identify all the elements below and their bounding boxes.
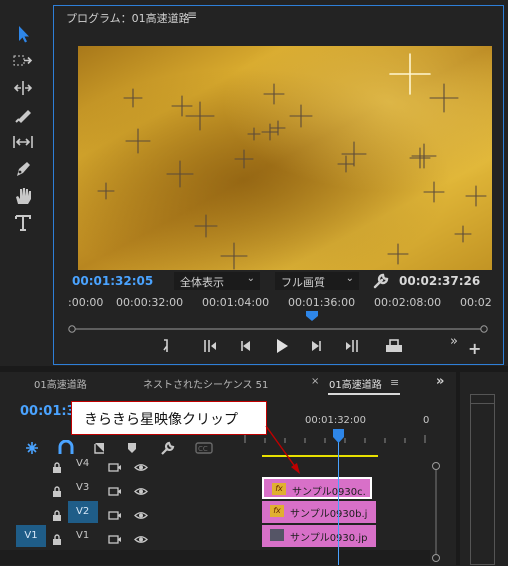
zoom-scroll-bar[interactable]	[68, 318, 488, 333]
tab-sequence[interactable]: 01高速道路	[34, 376, 87, 391]
ripple-edit-tool-icon[interactable]	[10, 78, 36, 98]
source-patch-v1[interactable]: V1	[16, 525, 46, 547]
track-select-tool-icon[interactable]	[10, 51, 36, 71]
button-editor-add-icon[interactable]: +	[468, 339, 481, 358]
track-name: V3	[76, 482, 90, 493]
sync-lock-icon[interactable]	[108, 530, 122, 544]
zoom-level-value: 全体表示	[180, 276, 224, 289]
step-forward-icon[interactable]	[304, 334, 328, 358]
slip-tool-icon[interactable]	[10, 132, 36, 152]
active-tab-indicator	[328, 393, 400, 395]
program-time-ruler[interactable]: :00:00 00:00:32:00 00:01:04:00 00:01:36:…	[68, 296, 492, 318]
audio-track-header	[0, 550, 430, 565]
clip-thumbnail	[270, 529, 284, 541]
timeline-playhead[interactable]	[333, 428, 344, 443]
go-to-in-icon[interactable]	[198, 334, 222, 358]
type-tool-icon[interactable]	[10, 213, 36, 233]
playback-resolution-value: フル画質	[281, 276, 325, 289]
ruler-label: 00:01:04:00	[202, 296, 270, 309]
step-back-icon[interactable]	[234, 334, 258, 358]
timeline-current-timecode[interactable]: 00:01:3	[20, 404, 76, 419]
program-current-timecode[interactable]: 00:01:32:05	[72, 274, 153, 288]
ruler-label: 00:00:32:00	[116, 296, 184, 309]
lock-icon[interactable]	[52, 482, 62, 497]
ruler-label: 00:02:08:00	[374, 296, 442, 309]
eye-icon[interactable]	[134, 506, 148, 519]
track-v2: V2 fx サンプル0930b.j	[0, 500, 430, 524]
track-v1: V1 V1 サンプル0930.jp	[0, 524, 430, 548]
ruler-label: 00:01:36:00	[288, 296, 356, 309]
program-playhead[interactable]	[306, 306, 318, 321]
clip-name: サンプル0930b.j	[290, 509, 368, 520]
sync-lock-icon[interactable]	[108, 458, 122, 472]
tools-panel	[0, 0, 48, 365]
fx-badge: fx	[270, 505, 284, 517]
sync-lock-icon[interactable]	[108, 506, 122, 520]
razor-tool-icon[interactable]	[10, 105, 36, 125]
audio-meters-panel	[460, 372, 508, 565]
selection-tool-icon[interactable]	[10, 24, 36, 44]
panel-menu-icon[interactable]: ≡	[187, 8, 197, 22]
program-duration-timecode: 00:02:37:26	[399, 274, 481, 288]
hand-tool-icon[interactable]	[10, 186, 36, 206]
track-name: V2	[76, 506, 90, 517]
clip-name: サンプル0930.jp	[290, 533, 368, 544]
timeline-clip[interactable]: サンプル0930.jp	[262, 525, 376, 547]
tab-nested-sequence[interactable]: ネストされたシーケンス 51	[143, 376, 268, 391]
eye-icon[interactable]	[134, 458, 148, 471]
ruler-label: 00:02	[460, 296, 492, 309]
program-monitor-title: プログラム：01高速道路	[66, 12, 190, 25]
more-controls-icon[interactable]: »	[450, 334, 458, 349]
video-preview	[78, 46, 492, 270]
lock-icon[interactable]	[52, 458, 62, 473]
track-name: V4	[76, 458, 90, 469]
lock-icon[interactable]	[52, 506, 62, 521]
timeline-clip[interactable]: fx サンプル0930b.j	[262, 501, 376, 523]
playback-resolution-select[interactable]: フル画質 ⌄	[275, 272, 359, 290]
tab-close-icon[interactable]: ×	[311, 376, 319, 387]
panel-overflow-icon[interactable]: »	[436, 374, 444, 389]
play-icon[interactable]	[269, 334, 293, 358]
export-frame-icon[interactable]	[382, 334, 406, 358]
chevron-down-icon: ⌄	[345, 273, 354, 284]
zoom-level-select[interactable]: 全体表示 ⌄	[174, 272, 260, 290]
annotation-arrow	[260, 420, 320, 490]
add-marker-icon[interactable]	[154, 334, 178, 358]
wrench-icon[interactable]	[372, 272, 390, 290]
pen-tool-icon[interactable]	[10, 159, 36, 179]
track-name: V1	[76, 530, 90, 541]
ruler-label: :00:00	[68, 296, 104, 309]
track-v4: V4	[0, 452, 430, 476]
chevron-down-icon: ⌄	[246, 273, 255, 284]
sync-lock-icon[interactable]	[108, 482, 122, 496]
eye-icon[interactable]	[134, 482, 148, 495]
program-monitor-panel: プログラム：01高速道路 ≡ 00:01:32:05 全体表示 ⌄ フル画質 ⌄…	[53, 5, 504, 365]
annotation-callout: きらきら星映像クリップ	[71, 401, 267, 435]
timeline-vertical-scrollbar[interactable]	[431, 462, 441, 562]
timeline-ruler-label: 0	[423, 415, 430, 426]
timeline-playhead-line	[338, 432, 339, 565]
go-to-out-icon[interactable]	[340, 334, 364, 358]
tab-active-sequence[interactable]: 01高速道路	[329, 376, 382, 391]
tab-menu-icon[interactable]: ≡	[390, 376, 399, 389]
track-v3: V3 fx サンプル0930c.	[0, 476, 430, 500]
lock-icon[interactable]	[52, 530, 62, 545]
audio-meter	[470, 394, 495, 565]
transport-controls	[154, 334, 484, 358]
eye-icon[interactable]	[134, 530, 148, 543]
